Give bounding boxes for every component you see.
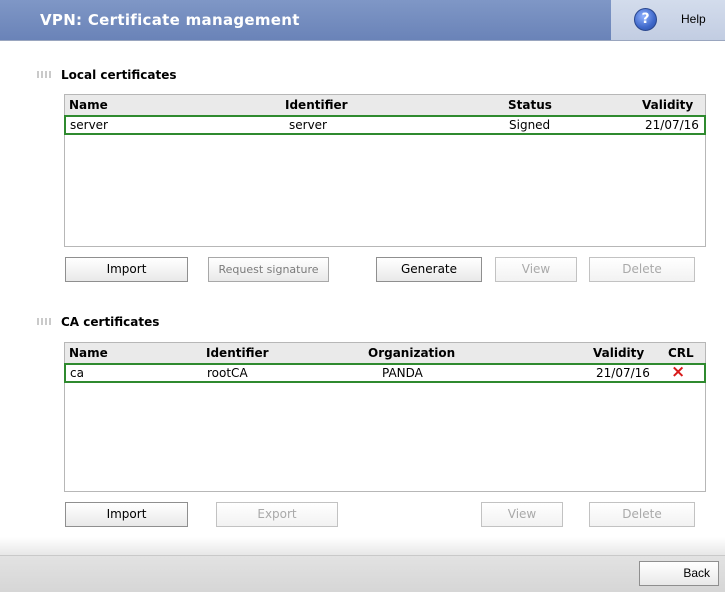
column-header-validity[interactable]: Validity	[593, 346, 644, 360]
page-title: VPN: Certificate management	[40, 11, 300, 29]
table-row[interactable]: server server Signed 21/07/16	[64, 115, 706, 135]
cell-validity: 21/07/16	[596, 366, 650, 380]
generate-button[interactable]: Generate	[376, 257, 482, 282]
cell-validity: 21/07/16	[645, 118, 699, 132]
grip-icon	[37, 71, 51, 78]
column-header-organization[interactable]: Organization	[368, 346, 455, 360]
cell-identifier: server	[289, 118, 327, 132]
back-button[interactable]: Back	[639, 561, 719, 586]
ca-delete-button[interactable]: Delete	[589, 502, 695, 527]
local-certificates-title: Local certificates	[61, 68, 177, 82]
column-header-validity[interactable]: Validity	[642, 98, 693, 112]
column-header-status[interactable]: Status	[508, 98, 552, 112]
ca-certificates-table: Name Identifier Organization Validity CR…	[64, 342, 706, 492]
local-import-button[interactable]: Import	[65, 257, 188, 282]
table-header: Name Identifier Status Validity	[65, 95, 705, 115]
local-certificates-table: Name Identifier Status Validity server s…	[64, 94, 706, 247]
export-button[interactable]: Export	[216, 502, 338, 527]
cell-name: ca	[70, 366, 84, 380]
ca-view-button[interactable]: View	[481, 502, 563, 527]
table-row[interactable]: ca rootCA PANDA 21/07/16 ×	[64, 363, 706, 383]
footer-bar: Back	[0, 555, 725, 592]
column-header-name[interactable]: Name	[69, 98, 108, 112]
help-icon[interactable]: ?	[634, 8, 657, 31]
header-bar: VPN: Certificate management ? Help	[0, 0, 725, 41]
column-header-identifier[interactable]: Identifier	[206, 346, 269, 360]
cell-identifier: rootCA	[207, 366, 248, 380]
footer-gradient	[0, 537, 725, 555]
local-delete-button[interactable]: Delete	[589, 257, 695, 282]
ca-certificates-title: CA certificates	[61, 315, 160, 329]
cell-organization: PANDA	[382, 366, 423, 380]
column-header-crl[interactable]: CRL	[668, 346, 694, 360]
cell-name: server	[70, 118, 108, 132]
local-certificates-heading: Local certificates	[37, 68, 177, 82]
help-link[interactable]: Help	[681, 12, 706, 26]
cell-status: Signed	[509, 118, 551, 132]
header-title-area: VPN: Certificate management	[0, 0, 611, 40]
column-header-name[interactable]: Name	[69, 346, 108, 360]
column-header-identifier[interactable]: Identifier	[285, 98, 348, 112]
red-x-icon[interactable]: ×	[671, 364, 685, 381]
request-signature-button[interactable]: Request signature	[208, 257, 329, 282]
table-header: Name Identifier Organization Validity CR…	[65, 343, 705, 363]
grip-icon	[37, 318, 51, 325]
ca-certificates-heading: CA certificates	[37, 315, 159, 329]
ca-import-button[interactable]: Import	[65, 502, 188, 527]
local-view-button[interactable]: View	[495, 257, 577, 282]
